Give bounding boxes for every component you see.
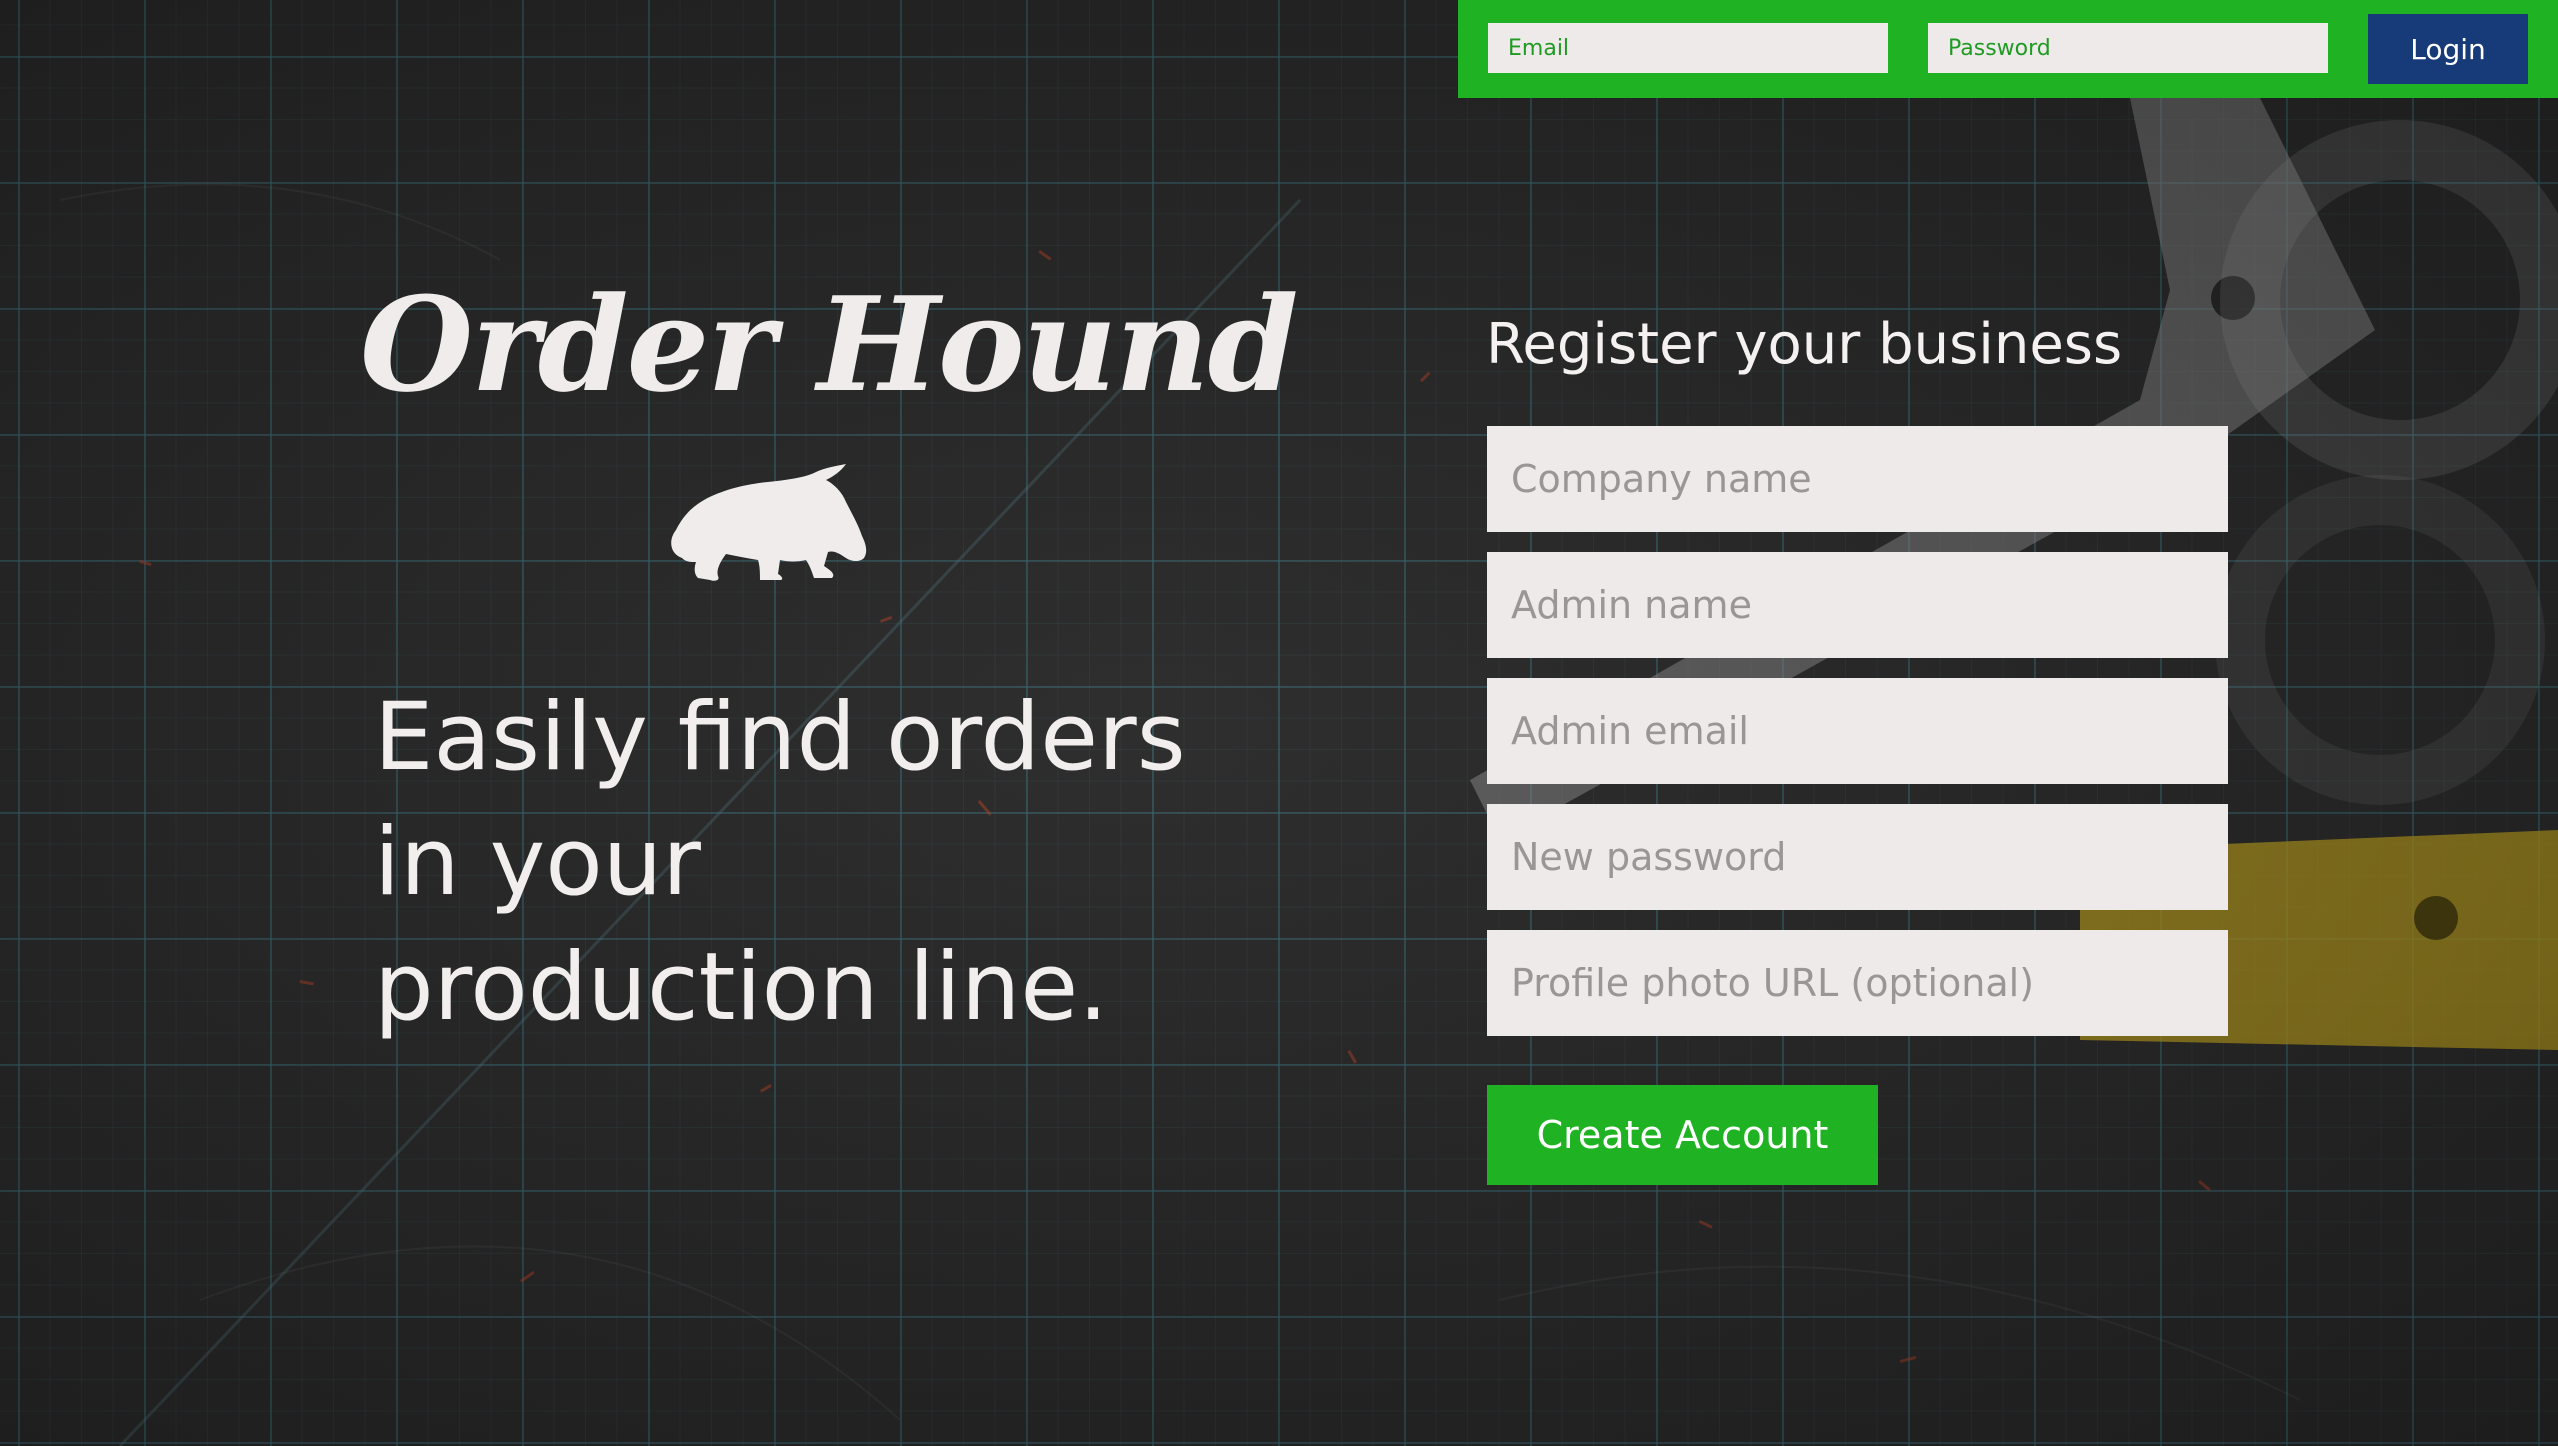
profile-photo-url-input[interactable] [1487,930,2228,1036]
company-name-input[interactable] [1487,426,2228,532]
register-title: Register your business [1486,312,2123,377]
create-account-button[interactable]: Create Account [1487,1085,1878,1185]
brand-title: Order Hound [360,268,1299,421]
admin-name-input[interactable] [1487,552,2228,658]
login-email-input[interactable] [1488,23,1888,73]
login-bar: Login [1458,0,2558,98]
login-password-input[interactable] [1928,23,2328,73]
admin-email-input[interactable] [1487,678,2228,784]
new-password-input[interactable] [1487,804,2228,910]
tagline: Easily find orders in your production li… [374,683,1186,1042]
dog-sniffing-icon [671,464,867,581]
login-button[interactable]: Login [2368,14,2528,84]
